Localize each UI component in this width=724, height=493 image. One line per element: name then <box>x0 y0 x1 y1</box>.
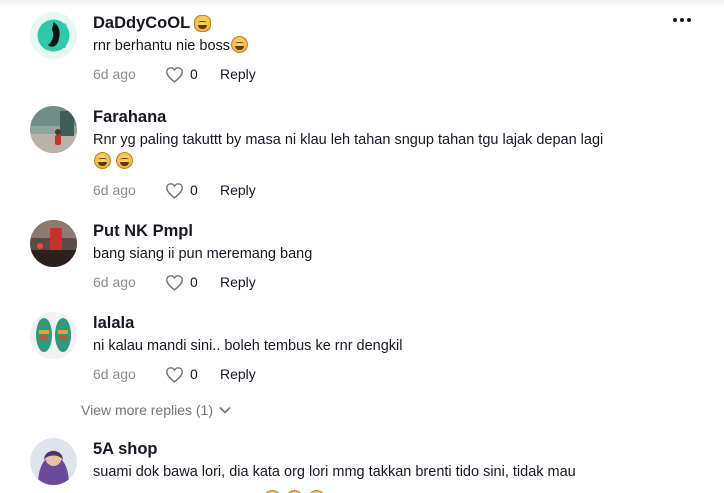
avatar[interactable] <box>30 438 77 485</box>
avatar[interactable] <box>30 220 77 267</box>
comment-item: Farahana Rnr yg paling takuttt by masa n… <box>30 106 690 201</box>
username[interactable]: 5A shop <box>93 438 690 460</box>
top-fade <box>0 0 724 8</box>
like-button[interactable]: 0 <box>165 182 220 199</box>
comment-meta: 6d ago 0 Reply <box>93 364 690 384</box>
username[interactable]: Farahana <box>93 106 690 128</box>
view-more-replies-button[interactable]: View more replies (1) <box>81 402 231 418</box>
hugging-face-emoji <box>194 14 212 32</box>
more-options-icon[interactable] <box>673 18 691 22</box>
like-button[interactable]: 0 <box>165 66 220 83</box>
username-text[interactable]: DaDdyCoOL <box>93 12 190 34</box>
comment-text: ni kalau mandi sini.. boleh tembus ke rn… <box>93 338 403 354</box>
comment-text-body: rnr berhantu nie boss <box>93 38 231 54</box>
comment-text-continued <box>93 489 690 493</box>
comment-text: suami dok bawa lori, dia kata org lori m… <box>93 464 576 480</box>
timestamp: 6d ago <box>93 274 136 290</box>
comment-item: DaDdyCoOL rnr berhantu nie boss 6d ago 0… <box>30 12 690 92</box>
laughing-emoji <box>116 152 134 169</box>
more-dot <box>687 18 691 22</box>
laughing-emoji <box>231 36 249 53</box>
username-text[interactable]: Put NK Pmpl <box>93 220 193 242</box>
heart-icon[interactable] <box>165 274 184 291</box>
username-text[interactable]: Farahana <box>93 106 166 128</box>
comment-item: Put NK Pmpl bang siang ii pun meremang b… <box>30 220 690 300</box>
comment-text-body: Rnr yg paling takuttt by masa ni klau le… <box>93 132 604 148</box>
laughing-emoji <box>94 152 111 169</box>
username[interactable]: Put NK Pmpl <box>93 220 690 242</box>
heart-icon[interactable] <box>165 66 184 83</box>
like-count: 0 <box>190 66 198 82</box>
username[interactable]: lalala <box>93 312 690 334</box>
avatar[interactable] <box>30 12 77 59</box>
comment-text: rnr berhantu nie boss <box>93 35 690 57</box>
avatar[interactable] <box>30 106 77 153</box>
reply-button[interactable]: Reply <box>220 366 256 382</box>
reply-button[interactable]: Reply <box>220 66 256 82</box>
heart-icon[interactable] <box>165 366 184 383</box>
comment-text: Rnr yg paling takuttt by masa ni klau le… <box>93 129 690 173</box>
avatar[interactable] <box>30 312 77 359</box>
username-text[interactable]: 5A shop <box>93 438 157 460</box>
timestamp: 6d ago <box>93 366 136 382</box>
like-count: 0 <box>190 182 198 198</box>
comment-meta: 6d ago 0 Reply <box>93 272 690 292</box>
more-dot <box>680 18 684 22</box>
username[interactable]: DaDdyCoOL <box>93 12 690 34</box>
timestamp: 6d ago <box>93 66 136 82</box>
reply-button[interactable]: Reply <box>220 182 256 198</box>
comment-meta: 6d ago 0 Reply <box>93 180 690 200</box>
reply-button[interactable]: Reply <box>220 274 256 290</box>
like-count: 0 <box>190 274 198 290</box>
more-dot <box>673 18 677 22</box>
chevron-down-icon[interactable] <box>219 406 231 414</box>
view-more-replies-label[interactable]: View more replies (1) <box>81 402 213 418</box>
like-count: 0 <box>190 366 198 382</box>
like-button[interactable]: 0 <box>165 274 220 291</box>
like-button[interactable]: 0 <box>165 366 220 383</box>
comment-item: lalala ni kalau mandi sini.. boleh tembu… <box>30 312 690 392</box>
heart-icon[interactable] <box>165 182 184 199</box>
comment-meta: 6d ago 0 Reply <box>93 64 690 84</box>
timestamp: 6d ago <box>93 182 136 198</box>
username-text[interactable]: lalala <box>93 312 134 334</box>
comment-item: 5A shop suami dok bawa lori, dia kata or… <box>30 438 690 493</box>
comment-text: bang siang ii pun meremang bang <box>93 246 313 262</box>
